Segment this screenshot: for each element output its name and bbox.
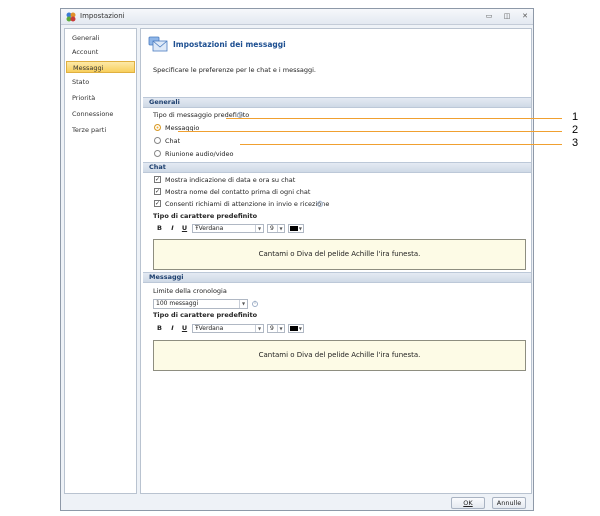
history-limit-value: 100 messaggi xyxy=(156,300,199,307)
radio-messaggio[interactable] xyxy=(154,124,161,131)
section-header-messaggi: Messaggi xyxy=(143,272,531,283)
message-envelope-icon xyxy=(148,36,168,52)
chevron-down-icon: ▼ xyxy=(277,325,284,332)
history-limit-select[interactable]: 100 messaggi ▼ xyxy=(153,299,248,309)
cancel-button[interactable]: Annulle xyxy=(492,497,526,509)
underline-button[interactable]: U xyxy=(180,324,189,333)
title-bar[interactable]: Impostazioni ▭ ◫ ✕ xyxy=(61,9,533,25)
bold-button[interactable]: B xyxy=(155,324,164,333)
chevron-down-icon: ▼ xyxy=(277,225,284,232)
settings-panel: Impostazioni dei messaggi Specificare le… xyxy=(140,28,532,494)
chevron-down-icon: ▼ xyxy=(255,325,263,332)
bold-button[interactable]: B xyxy=(155,224,164,233)
radio-riunione[interactable] xyxy=(154,150,161,157)
close-button[interactable]: ✕ xyxy=(519,11,531,22)
messages-font-select[interactable]: ŦVerdana ▼ xyxy=(192,324,264,333)
messages-color-picker[interactable]: ▼ xyxy=(288,324,304,333)
chat-font-name: Verdana xyxy=(198,225,224,232)
sidebar-item-connessione[interactable]: Connessione xyxy=(66,108,135,120)
underline-button[interactable]: U xyxy=(180,224,189,233)
sidebar-item-generali[interactable]: Generali xyxy=(66,32,135,44)
color-swatch xyxy=(290,326,298,331)
callout-line-1 xyxy=(226,118,562,119)
window-title: Impostazioni xyxy=(80,12,125,20)
checkbox-show-contact-name-label: Mostra nome del contatto prima di ogni c… xyxy=(165,188,311,196)
messages-font-name: Verdana xyxy=(198,325,224,332)
info-icon[interactable]: i xyxy=(252,301,258,307)
section-header-generali: Generali xyxy=(143,97,531,108)
ok-button[interactable]: OK xyxy=(451,497,485,509)
messages-font-size: 9 xyxy=(270,325,274,332)
chat-font-preview: Cantami o Diva del pelide Achille l'ira … xyxy=(153,239,526,270)
sidebar-item-account[interactable]: Account xyxy=(66,46,135,58)
messages-font-label: Tipo di carattere predefinito xyxy=(153,311,258,319)
callout-number-2: 2 xyxy=(572,124,579,136)
chat-color-picker[interactable]: ▼ xyxy=(288,224,304,233)
radio-chat-label: Chat xyxy=(165,137,181,145)
settings-window: Impostazioni ▭ ◫ ✕ Generali Account Mess… xyxy=(60,8,534,511)
checkbox-allow-nudge-label: Consenti richiami di attenzione in invio… xyxy=(165,200,330,208)
restore-button[interactable]: ◫ xyxy=(501,11,513,22)
sidebar-item-messaggi[interactable]: Messaggi xyxy=(66,61,135,73)
page-title: Impostazioni dei messaggi xyxy=(173,40,286,49)
chevron-down-icon: ▼ xyxy=(239,300,247,308)
chevron-down-icon: ▼ xyxy=(298,326,302,331)
checkbox-show-timestamp[interactable]: ✓ xyxy=(154,176,161,183)
info-icon[interactable]: i xyxy=(317,201,323,207)
minimize-button[interactable]: ▭ xyxy=(483,11,495,22)
chat-font-select[interactable]: ŦVerdana ▼ xyxy=(192,224,264,233)
sidebar-item-terze-parti[interactable]: Terze parti xyxy=(66,124,135,136)
sidebar: Generali Account Messaggi Stato Priorità… xyxy=(64,28,137,494)
checkbox-show-timestamp-label: Mostra indicazione di data e ora su chat xyxy=(165,176,296,184)
checkbox-allow-nudge[interactable]: ✓ xyxy=(154,200,161,207)
callout-line-3 xyxy=(240,144,562,145)
app-icon xyxy=(66,12,76,22)
history-limit-label: Limite della cronologia xyxy=(153,287,227,295)
italic-button[interactable]: I xyxy=(168,324,177,333)
sidebar-item-priorita[interactable]: Priorità xyxy=(66,92,135,104)
sidebar-item-stato[interactable]: Stato xyxy=(66,76,135,88)
callout-number-1: 1 xyxy=(572,111,579,123)
messages-font-preview: Cantami o Diva del pelide Achille l'ira … xyxy=(153,340,526,371)
color-swatch xyxy=(290,226,298,231)
italic-button[interactable]: I xyxy=(168,224,177,233)
chevron-down-icon: ▼ xyxy=(255,225,263,232)
messages-size-select[interactable]: 9 ▼ xyxy=(267,324,285,333)
chat-size-select[interactable]: 9 ▼ xyxy=(267,224,285,233)
callout-number-3: 3 xyxy=(572,137,579,149)
radio-riunione-label: Riunione audio/video xyxy=(165,150,234,158)
chevron-down-icon: ▼ xyxy=(298,226,302,231)
radio-chat[interactable] xyxy=(154,137,161,144)
section-header-chat: Chat xyxy=(143,162,531,173)
callout-line-2 xyxy=(178,131,562,132)
chat-font-label: Tipo di carattere predefinito xyxy=(153,212,258,220)
chat-font-size: 9 xyxy=(270,225,274,232)
checkbox-show-contact-name[interactable]: ✓ xyxy=(154,188,161,195)
page-description: Specificare le preferenze per le chat e … xyxy=(153,66,316,74)
